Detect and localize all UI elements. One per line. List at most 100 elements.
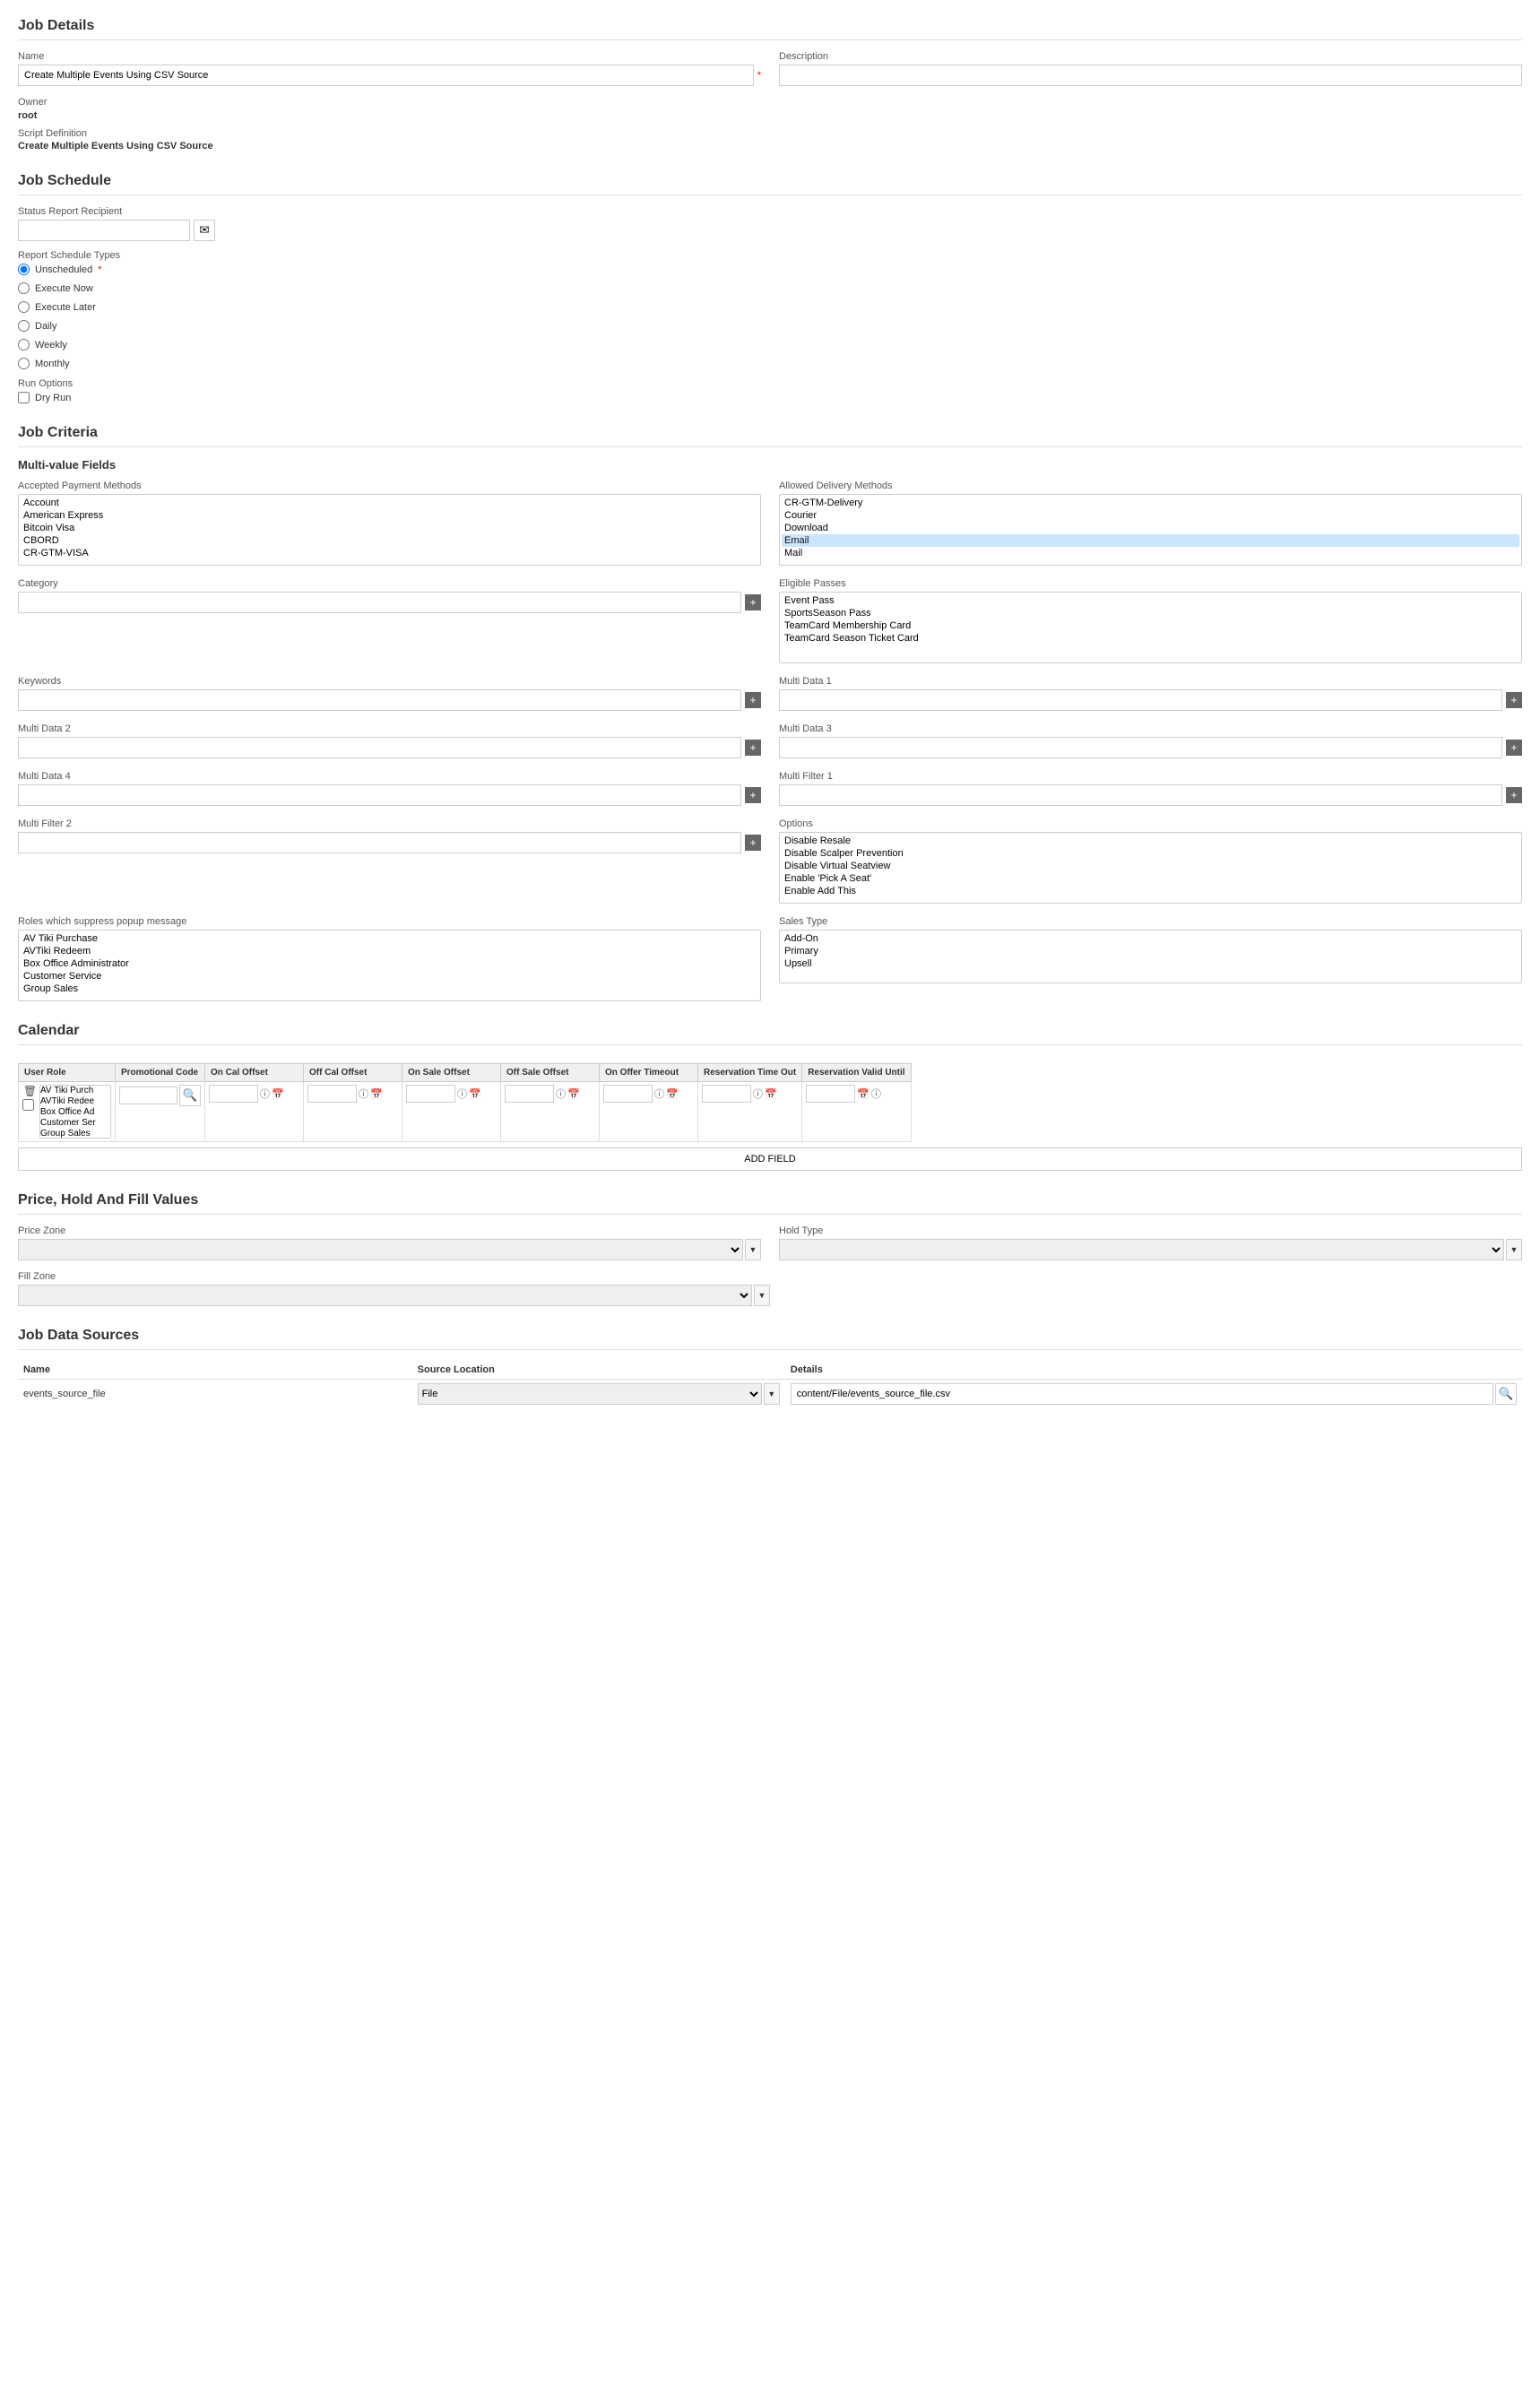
ds-source-select[interactable]: File: [418, 1383, 762, 1405]
name-label: Name: [18, 51, 761, 62]
allowed-delivery-select[interactable]: CR-GTM-Delivery Courier Download Email M…: [779, 494, 1522, 566]
schedule-weekly[interactable]: Weekly: [18, 339, 1522, 351]
on-cal-offset-calendar-icon[interactable]: 📅: [272, 1088, 284, 1100]
schedule-daily[interactable]: Daily: [18, 320, 1522, 332]
multi-filter2-add-btn[interactable]: +: [745, 835, 761, 851]
promo-code-cell: 🔍: [116, 1082, 205, 1142]
multi-value-title: Multi-value Fields: [18, 458, 1522, 472]
off-sale-offset-input[interactable]: [505, 1085, 554, 1103]
off-cal-offset-info-icon[interactable]: ⓘ: [359, 1086, 368, 1101]
options-select[interactable]: Disable Resale Disable Scalper Preventio…: [779, 832, 1522, 904]
on-offer-timeout-calendar-icon[interactable]: 📅: [666, 1088, 679, 1100]
schedule-monthly[interactable]: Monthly: [18, 358, 1522, 369]
roles-popup-select[interactable]: AV Tiki Purchase AVTiki Redeem Box Offic…: [18, 930, 761, 1001]
promo-code-input[interactable]: [119, 1086, 177, 1104]
owner-value: root: [18, 110, 1522, 121]
data-sources-row: events_source_file File ▼ 🔍: [18, 1380, 1522, 1409]
col-header-on-offer-timeout: On Offer Timeout: [600, 1064, 698, 1082]
run-options-label: Run Options: [18, 378, 1522, 389]
category-input[interactable]: [18, 592, 741, 613]
delete-row-btn[interactable]: 🗑: [22, 1085, 38, 1097]
multi-data4-add-btn[interactable]: +: [745, 787, 761, 803]
on-offer-timeout-info-icon[interactable]: ⓘ: [654, 1086, 664, 1101]
schedule-execute-now[interactable]: Execute Now: [18, 282, 1522, 294]
fill-zone-dropdown-arrow[interactable]: ▼: [754, 1285, 770, 1306]
off-cal-offset-cell: ⓘ 📅: [304, 1082, 402, 1142]
keywords-input[interactable]: [18, 689, 741, 711]
name-input[interactable]: [18, 65, 754, 86]
ds-details-search-btn[interactable]: 🔍: [1495, 1383, 1517, 1405]
reservation-valid-calendar-icon[interactable]: 📅: [857, 1088, 869, 1100]
keywords-add-btn[interactable]: +: [745, 692, 761, 708]
dry-run-checkbox-item[interactable]: Dry Run: [18, 392, 1522, 403]
price-zone-select[interactable]: [18, 1239, 743, 1260]
on-sale-offset-calendar-icon[interactable]: 📅: [469, 1088, 481, 1100]
schedule-unscheduled[interactable]: Unscheduled *: [18, 264, 1522, 275]
user-role-select[interactable]: AV Tiki Purch AVTiki Redee Box Office Ad…: [39, 1085, 111, 1138]
reservation-timeout-input[interactable]: [702, 1085, 751, 1103]
description-input[interactable]: [779, 65, 1522, 86]
reservation-timeout-info-icon[interactable]: ⓘ: [753, 1086, 763, 1101]
multi-filter1-add-btn[interactable]: +: [1506, 787, 1522, 803]
price-zone-dropdown-arrow[interactable]: ▼: [745, 1239, 761, 1260]
fill-zone-select[interactable]: [18, 1285, 752, 1306]
dry-run-label: Dry Run: [35, 393, 71, 403]
reservation-timeout-calendar-icon[interactable]: 📅: [765, 1088, 777, 1100]
schedule-execute-later[interactable]: Execute Later: [18, 301, 1522, 313]
reservation-valid-info-icon[interactable]: ⓘ: [871, 1086, 881, 1101]
on-sale-offset-cell: ⓘ 📅: [402, 1082, 501, 1142]
row-checkbox[interactable]: [22, 1099, 34, 1111]
multi-filter2-label: Multi Filter 2: [18, 818, 761, 829]
col-header-on-sale-offset: On Sale Offset: [402, 1064, 501, 1082]
category-add-btn[interactable]: +: [745, 594, 761, 610]
status-recipient-input[interactable]: [18, 220, 190, 241]
hold-type-dropdown-arrow[interactable]: ▼: [1506, 1239, 1522, 1260]
dry-run-checkbox[interactable]: [18, 392, 30, 403]
price-zone-label: Price Zone: [18, 1225, 761, 1236]
multi-filter1-input[interactable]: [779, 784, 1502, 806]
on-cal-offset-info-icon[interactable]: ⓘ: [260, 1086, 270, 1101]
description-label: Description: [779, 51, 1522, 62]
name-required-star: *: [757, 70, 761, 81]
add-field-btn[interactable]: ADD FIELD: [18, 1147, 1522, 1171]
eligible-passes-select[interactable]: Event Pass SportsSeason Pass TeamCard Me…: [779, 592, 1522, 663]
off-sale-offset-cell: ⓘ 📅: [501, 1082, 600, 1142]
hold-type-select[interactable]: [779, 1239, 1504, 1260]
job-criteria-title: Job Criteria: [18, 425, 1522, 447]
price-hold-fill-section: Price, Hold And Fill Values Price Zone ▼…: [18, 1192, 1522, 1306]
sales-type-label: Sales Type: [779, 916, 1522, 927]
multi-data2-input[interactable]: [18, 737, 741, 758]
multi-data3-add-btn[interactable]: +: [1506, 740, 1522, 756]
on-sale-offset-info-icon[interactable]: ⓘ: [457, 1086, 467, 1101]
multi-filter2-input[interactable]: [18, 832, 741, 853]
multi-data3-input[interactable]: [779, 737, 1502, 758]
on-offer-timeout-input[interactable]: [603, 1085, 653, 1103]
multi-data4-input[interactable]: [18, 784, 741, 806]
hold-type-label: Hold Type: [779, 1225, 1522, 1236]
ds-source-dropdown-arrow[interactable]: ▼: [764, 1383, 780, 1405]
promo-search-btn[interactable]: 🔍: [179, 1085, 201, 1106]
off-cal-offset-input[interactable]: [307, 1085, 357, 1103]
sales-type-select[interactable]: Add-On Primary Upsell: [779, 930, 1522, 983]
reservation-valid-input[interactable]: [806, 1085, 855, 1103]
ds-source-col-header: Source Location: [412, 1361, 785, 1380]
ds-details-input[interactable]: [791, 1383, 1493, 1405]
on-sale-offset-input[interactable]: [406, 1085, 455, 1103]
multi-data1-add-btn[interactable]: +: [1506, 692, 1522, 708]
email-button[interactable]: ✉: [194, 220, 215, 241]
reservation-valid-cell: 📅 ⓘ: [802, 1082, 911, 1142]
off-cal-offset-calendar-icon[interactable]: 📅: [370, 1088, 383, 1100]
multi-data1-input[interactable]: [779, 689, 1502, 711]
multi-data2-add-btn[interactable]: +: [745, 740, 761, 756]
col-header-reservation-valid: Reservation Valid Until: [802, 1064, 911, 1082]
eligible-passes-label: Eligible Passes: [779, 578, 1522, 589]
multi-filter1-label: Multi Filter 1: [779, 771, 1522, 782]
ds-name-cell: events_source_file: [18, 1380, 412, 1409]
accepted-payment-select[interactable]: Account American Express Bitcoin Visa CB…: [18, 494, 761, 566]
off-sale-offset-calendar-icon[interactable]: 📅: [567, 1088, 580, 1100]
job-data-sources-section: Job Data Sources Name Source Location De…: [18, 1328, 1522, 1408]
user-role-cell: 🗑 AV Tiki Purch AVTiki Redee Box Office …: [19, 1082, 116, 1142]
off-sale-offset-info-icon[interactable]: ⓘ: [556, 1086, 566, 1101]
calendar-table: User Role Promotional Code On Cal Offset…: [18, 1063, 1522, 1142]
on-cal-offset-input[interactable]: [209, 1085, 258, 1103]
